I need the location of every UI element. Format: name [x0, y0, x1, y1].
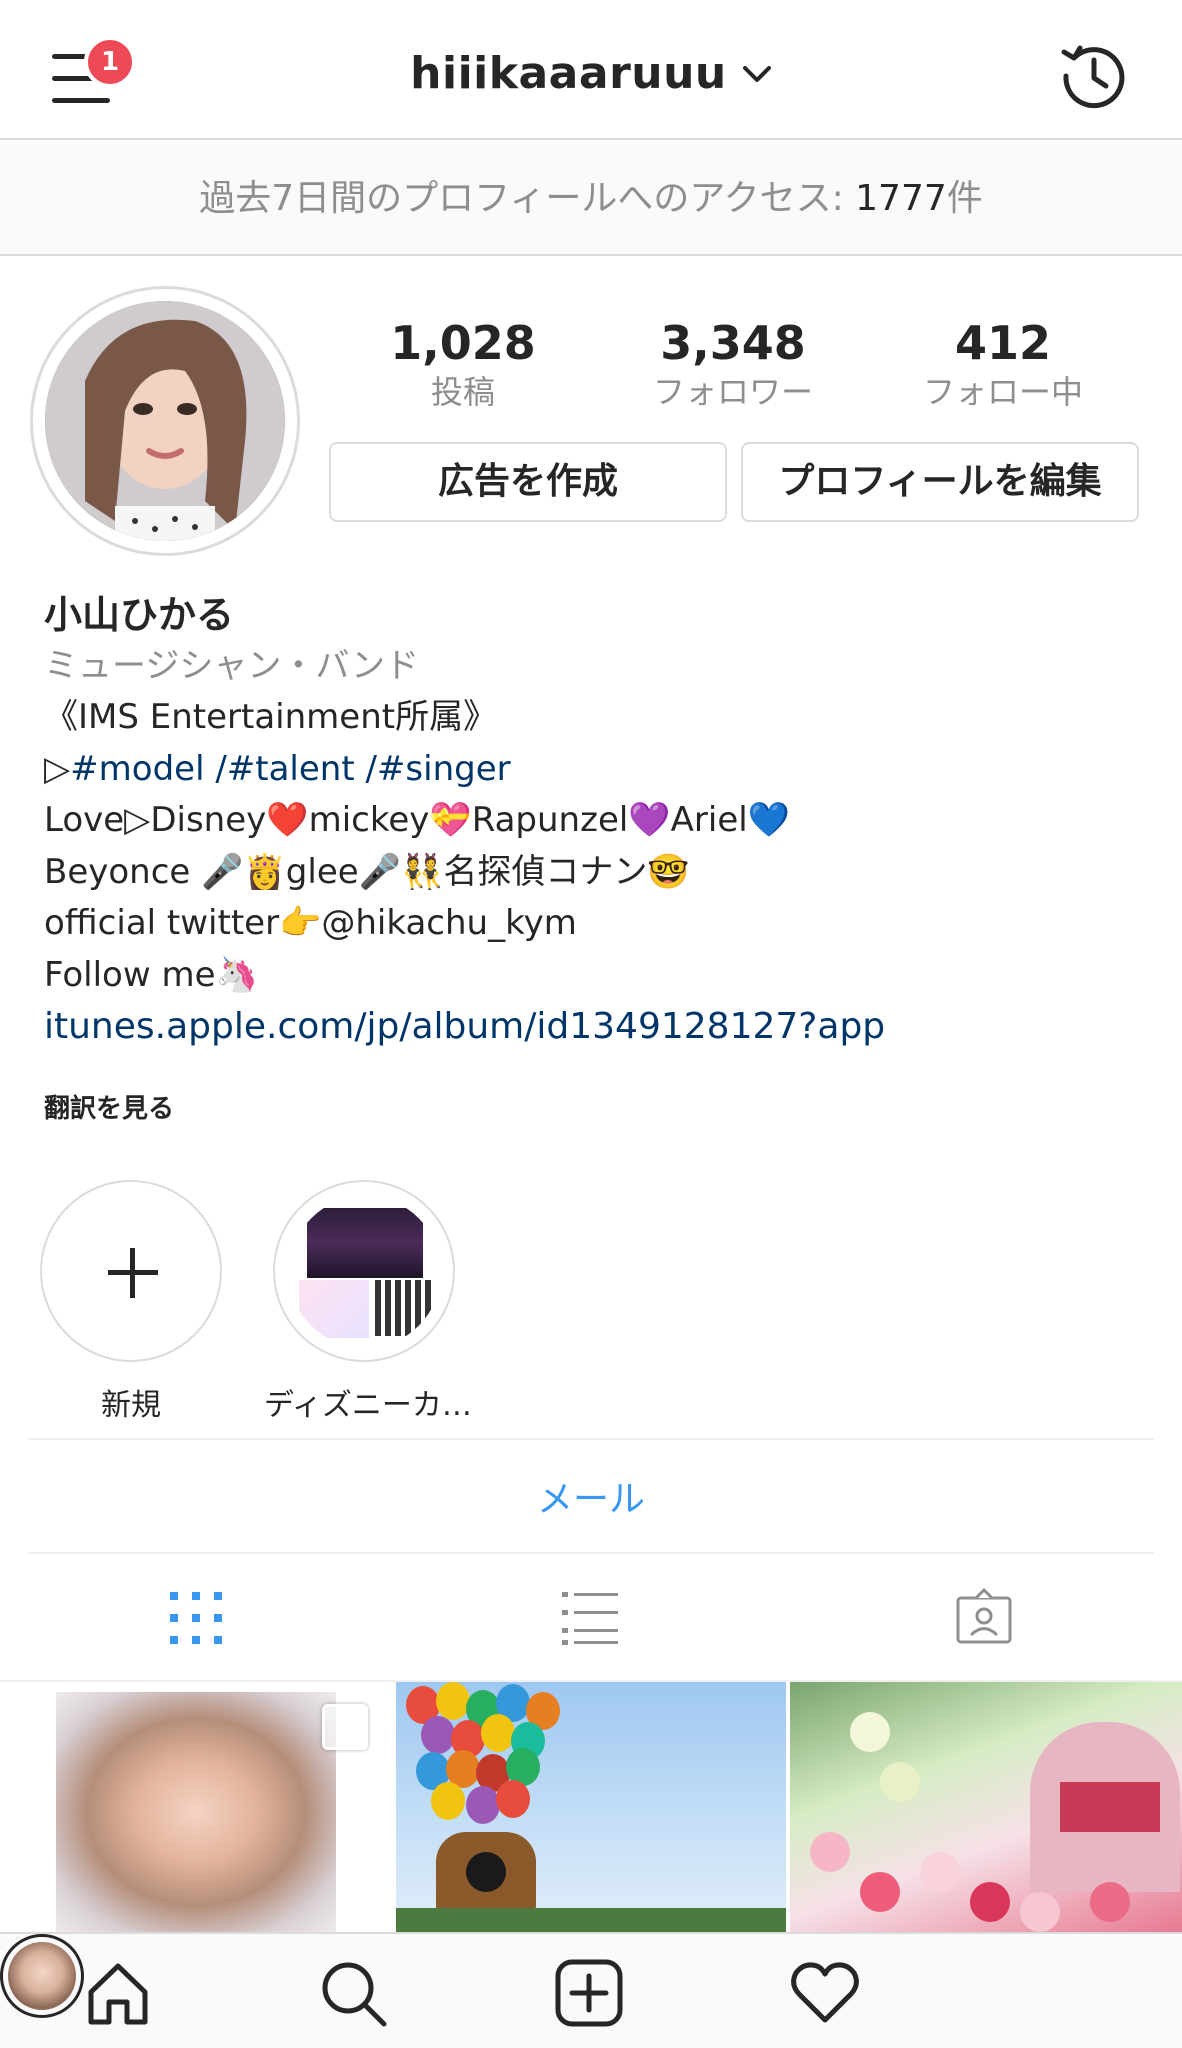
profile-avatar-ring[interactable] [30, 286, 300, 556]
grid-icon[interactable] [166, 1588, 226, 1648]
following-count[interactable]: 412 フォロー中 [883, 316, 1123, 414]
profile-avatar[interactable] [45, 301, 285, 541]
posts-count-label: 投稿 [430, 373, 495, 411]
bio-line: Follow me🦄 [44, 954, 258, 995]
posts-count-value: 1,028 [390, 316, 536, 370]
history-icon[interactable] [1056, 38, 1132, 114]
heart-icon[interactable] [790, 1958, 860, 2028]
following-count-label: フォロー中 [922, 373, 1083, 411]
display-name: 小山ひかる [44, 593, 235, 637]
highlight-thumbnail [289, 1196, 441, 1348]
highlight-label: ディズニーカ… [264, 1388, 472, 1423]
search-icon[interactable] [318, 1958, 388, 2028]
profile-tab-avatar[interactable] [0, 1934, 84, 2018]
highlight-label: 新規 [101, 1388, 161, 1423]
post-photo [56, 1692, 336, 1932]
avatar [8, 1942, 76, 2010]
following-count-value: 412 [954, 316, 1052, 370]
tagged-icon[interactable] [954, 1588, 1014, 1648]
profile-visits-label: 過去7日間のプロフィールへのアクセス: [199, 178, 856, 219]
bottom-navigation [0, 1932, 1182, 2048]
hashtag-links[interactable]: #model /#talent /#singer [70, 749, 510, 789]
divider [28, 1552, 1154, 1554]
bio-website-link[interactable]: itunes.apple.com/jp/album/id1349128127?a… [44, 1001, 1144, 1053]
followers-count-label: フォロワー [652, 373, 813, 411]
post-thumbnail[interactable] [0, 1682, 392, 1932]
profile-visits-banner[interactable]: 過去7日間のプロフィールへのアクセス: 1777件 [0, 142, 1182, 256]
highlight-disney[interactable]: ディズニーカ… [264, 1180, 472, 1424]
profile-category: ミュージシャン・バンド [44, 646, 420, 686]
followers-count[interactable]: 3,348 フォロワー [613, 316, 853, 414]
bio-arrow: ▷ [44, 748, 71, 789]
bio-line: official twitter👉@hikachu_kym [44, 903, 577, 943]
highlight-cover[interactable] [273, 1180, 455, 1362]
create-ad-button[interactable]: 広告を作成 [329, 442, 727, 522]
bio-line: Love▷Disney❤️mickey💝Rapunzel💜Ariel💙 [44, 800, 791, 840]
chevron-down-icon[interactable] [742, 64, 772, 84]
divider [28, 1438, 1154, 1440]
multi-photo-icon [322, 1704, 368, 1750]
post-thumbnail[interactable] [396, 1682, 786, 1932]
home-icon[interactable] [83, 1958, 153, 2028]
top-bar: 1 hiiikaaaruuu [0, 0, 1182, 140]
posts-count[interactable]: 1,028 投稿 [343, 316, 583, 414]
account-switcher[interactable]: hiiikaaaruuu [0, 48, 1182, 99]
bio-line: 《IMS Entertainment所属》 [44, 697, 498, 737]
highlight-new[interactable]: 新規 [31, 1180, 231, 1424]
followers-count-value: 3,348 [660, 316, 806, 370]
username-title[interactable]: hiiikaaaruuu [410, 48, 727, 99]
qr-code-image [375, 1280, 431, 1336]
list-icon[interactable] [560, 1588, 620, 1648]
email-contact-button[interactable]: メール [0, 1470, 1182, 1522]
new-highlight-circle[interactable] [40, 1180, 222, 1362]
post-thumbnail[interactable] [790, 1682, 1182, 1932]
see-translation-link[interactable]: 翻訳を見る [44, 1088, 174, 1125]
profile-bio: 小山ひかる ミュージシャン・バンド 《IMS Entertainment所属》 … [44, 590, 1144, 1053]
profile-visits-unit: 件 [946, 178, 983, 219]
avatar-photo [45, 301, 285, 541]
profile-visits-count: 1777 [855, 178, 947, 219]
edit-profile-button[interactable]: プロフィールを編集 [741, 442, 1139, 522]
bio-line-hashtags: ▷#model /#talent /#singer [44, 744, 1144, 796]
bio-line: Beyonce 🎤👸glee🎤👯名探偵コナン🤓 [44, 851, 690, 892]
add-icon[interactable] [554, 1958, 624, 2028]
